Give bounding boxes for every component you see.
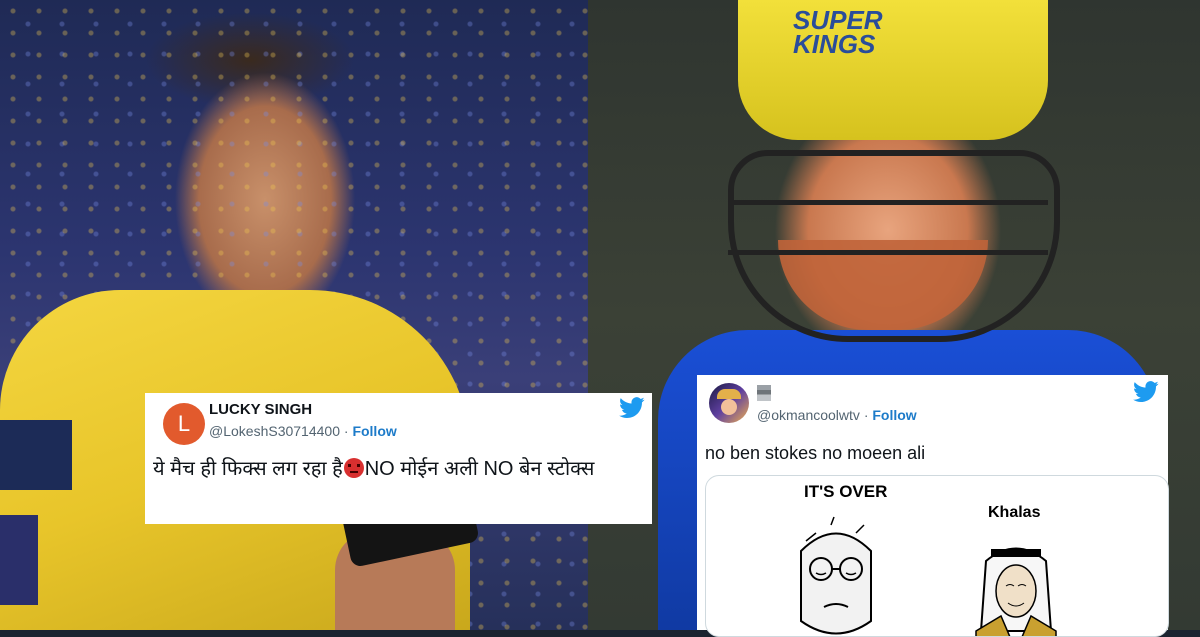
twitter-bird-icon	[1133, 381, 1159, 402]
tweet-card-okmancoolwtv[interactable]: @okmancoolwtv · Follow no ben stokes no …	[697, 375, 1169, 637]
helmet-grill	[728, 150, 1060, 342]
meme-caption-right: Khalas	[988, 504, 1041, 521]
helmet-text-line2: KINGS	[793, 29, 876, 59]
avatar[interactable]: L	[163, 403, 205, 445]
grill-bar	[728, 250, 1048, 255]
avatar[interactable]	[709, 383, 749, 423]
jersey-sponsor-patch	[0, 420, 72, 490]
grill-bar	[728, 200, 1048, 205]
angry-face-icon	[343, 458, 364, 478]
tweet-text: ये मैच ही फिक्स लग रहा है NO मोईन अली NO …	[153, 455, 643, 483]
tweet-text: no ben stokes no moeen ali	[705, 443, 926, 463]
follow-button[interactable]: Follow	[352, 423, 396, 439]
yellow-helmet	[738, 0, 1048, 140]
jersey-logo-patch	[0, 515, 38, 605]
helmet-logo-text: SUPER KINGS	[793, 7, 883, 59]
tweet-card-lucky-singh[interactable]: L LUCKY SINGH @LokeshS30714400 · Follow …	[145, 393, 652, 524]
meme-caption-left: IT'S OVER	[804, 482, 888, 501]
twitter-bird-icon	[619, 397, 645, 418]
display-name[interactable]: LUCKY SINGH	[209, 401, 312, 418]
follow-button[interactable]: Follow	[872, 407, 916, 423]
separator: ·	[343, 423, 349, 439]
user-handle[interactable]: @LokeshS30714400	[209, 423, 340, 439]
tweet-text-part2: NO मोईन अली NO बेन स्टोक्स	[364, 458, 595, 480]
left-photo	[0, 0, 588, 630]
meme-image[interactable]: IT'S OVER Khalas	[705, 475, 1169, 637]
handle-row: @LokeshS30714400 · Follow	[209, 423, 397, 439]
separator: ·	[863, 407, 869, 423]
user-handle[interactable]: @okmancoolwtv	[757, 407, 860, 423]
handle-row: @okmancoolwtv · Follow	[757, 407, 917, 423]
building-emoji-icon	[757, 385, 771, 401]
tweet-text-part1: ये मैच ही फिक्स लग रहा है	[153, 458, 343, 480]
wojak-keffiyeh-icon	[975, 547, 1057, 636]
wojak-face-icon	[800, 516, 872, 635]
